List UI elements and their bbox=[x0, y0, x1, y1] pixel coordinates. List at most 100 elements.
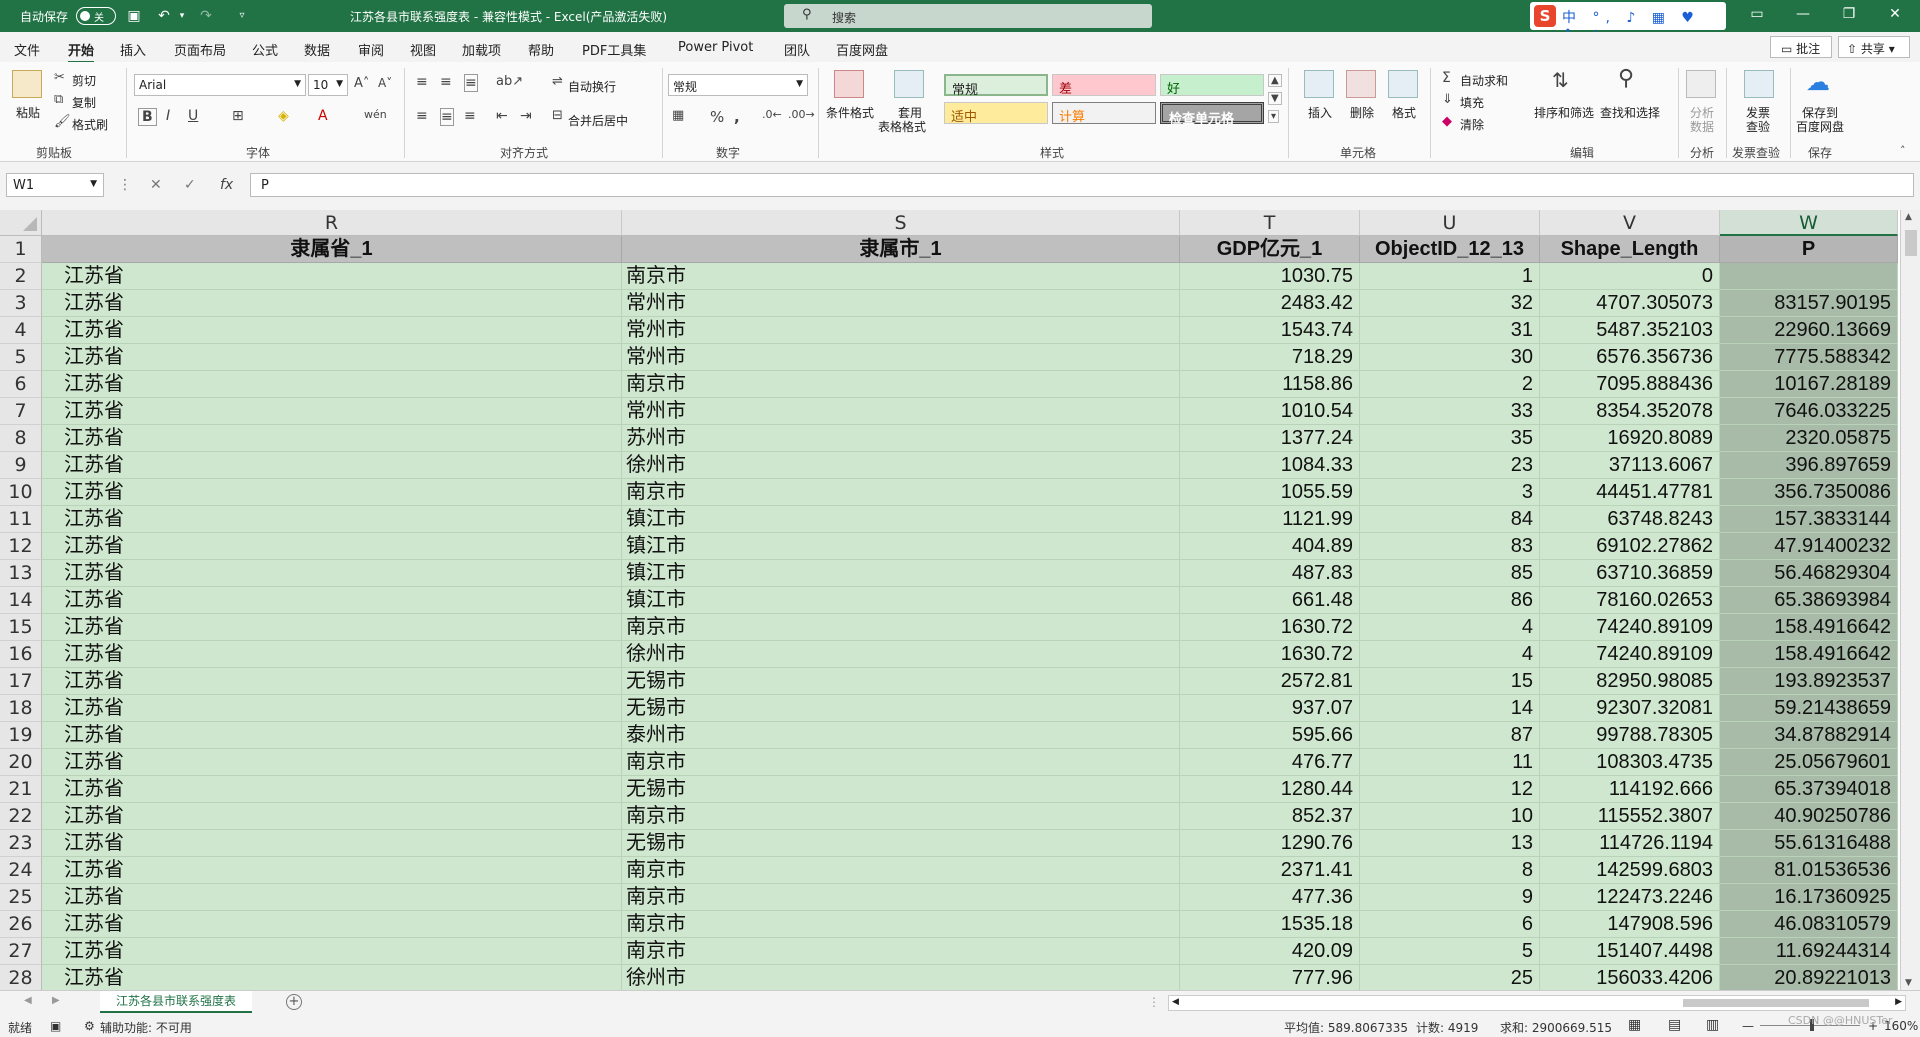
cell-w[interactable]: 396.897659 bbox=[1720, 452, 1898, 479]
cell-w[interactable]: 7775.588342 bbox=[1720, 344, 1898, 371]
cell-t[interactable]: 487.83 bbox=[1180, 560, 1360, 587]
autosum-button[interactable]: 自动求和 bbox=[1460, 72, 1508, 89]
invoice-check-icon[interactable] bbox=[1744, 70, 1774, 98]
redo-icon[interactable]: ↷ bbox=[196, 6, 216, 26]
fill-button[interactable]: 填充 bbox=[1460, 94, 1484, 111]
row-header[interactable]: 7 bbox=[0, 398, 42, 425]
cell-t[interactable]: 1630.72 bbox=[1180, 641, 1360, 668]
tab-home[interactable]: 开始 bbox=[68, 40, 95, 64]
increase-decimal-icon[interactable]: .0← bbox=[762, 108, 782, 121]
clear-button[interactable]: 清除 bbox=[1460, 116, 1484, 133]
styles-more-icon[interactable]: ▾ bbox=[1268, 110, 1280, 123]
row-header[interactable]: 11 bbox=[0, 506, 42, 533]
confirm-icon[interactable]: ✓ bbox=[184, 177, 196, 193]
select-all-button[interactable] bbox=[0, 210, 42, 236]
bold-icon[interactable]: B bbox=[138, 108, 157, 126]
save-to-netdisk-label-2[interactable]: 百度网盘 bbox=[1796, 118, 1844, 135]
cell-s[interactable]: 南京市 bbox=[622, 263, 1180, 290]
italic-icon[interactable]: I bbox=[166, 108, 170, 124]
cell-t[interactable]: 1535.18 bbox=[1180, 911, 1360, 938]
collapse-ribbon-icon[interactable]: ˄ bbox=[1900, 144, 1906, 157]
cell-t[interactable]: 777.96 bbox=[1180, 965, 1360, 990]
scrollbar-thumb[interactable] bbox=[1905, 230, 1917, 256]
paste-icon[interactable] bbox=[12, 70, 42, 98]
format-cells-icon[interactable] bbox=[1388, 70, 1418, 98]
row-header[interactable]: 14 bbox=[0, 587, 42, 614]
decrease-font-icon[interactable]: A˅ bbox=[378, 76, 392, 90]
cell-v[interactable]: 6576.356736 bbox=[1540, 344, 1720, 371]
analyze-data-label-2[interactable]: 数据 bbox=[1690, 118, 1714, 135]
tab-baidu-netdisk[interactable]: 百度网盘 bbox=[836, 40, 888, 59]
horizontal-scrollbar[interactable]: ◀ ▶ bbox=[1168, 995, 1906, 1011]
row-header[interactable]: 24 bbox=[0, 857, 42, 884]
undo-dropdown-icon[interactable]: ▾ bbox=[172, 6, 192, 26]
cell-u[interactable]: 3 bbox=[1360, 479, 1540, 506]
customize-toolbar-icon[interactable]: ▿ bbox=[232, 6, 252, 26]
cell-s[interactable]: 泰州市 bbox=[622, 722, 1180, 749]
cell-v[interactable]: 82950.98085 bbox=[1540, 668, 1720, 695]
cell-u[interactable]: 87 bbox=[1360, 722, 1540, 749]
cell-s[interactable]: 镇江市 bbox=[622, 533, 1180, 560]
split-handle-icon[interactable]: ⋮ bbox=[1148, 995, 1160, 1009]
cell-v[interactable]: 63748.8243 bbox=[1540, 506, 1720, 533]
status-sum[interactable]: 求和: 2900669.515 bbox=[1500, 1019, 1612, 1036]
cell-u[interactable]: 4 bbox=[1360, 641, 1540, 668]
cell-u[interactable]: 83 bbox=[1360, 533, 1540, 560]
cell-r[interactable]: 江苏省 bbox=[42, 830, 622, 857]
status-average[interactable]: 平均值: 589.8067335 bbox=[1284, 1019, 1408, 1036]
row-header[interactable]: 26 bbox=[0, 911, 42, 938]
tab-page-layout[interactable]: 页面布局 bbox=[174, 40, 226, 59]
cell-w[interactable]: 25.05679601 bbox=[1720, 749, 1898, 776]
close-icon[interactable]: ✕ bbox=[1880, 6, 1910, 22]
sheet-tab[interactable]: 江苏各县市联系强度表 bbox=[100, 991, 252, 1013]
cell-w[interactable] bbox=[1720, 263, 1898, 290]
cell-u[interactable]: 11 bbox=[1360, 749, 1540, 776]
cell-v[interactable]: 108303.4735 bbox=[1540, 749, 1720, 776]
border-icon[interactable]: ⊞ bbox=[232, 108, 244, 124]
header-cell-v[interactable]: Shape_Length bbox=[1540, 236, 1720, 263]
font-color-icon[interactable]: A bbox=[318, 108, 328, 124]
fill-color-icon[interactable]: ◈ bbox=[278, 108, 289, 124]
cell-u[interactable]: 15 bbox=[1360, 668, 1540, 695]
cell-v[interactable]: 151407.4498 bbox=[1540, 938, 1720, 965]
macro-record-icon[interactable]: ▣ bbox=[50, 1019, 61, 1033]
cell-r[interactable]: 江苏省 bbox=[42, 371, 622, 398]
cell-t[interactable]: 1377.24 bbox=[1180, 425, 1360, 452]
cell-t[interactable]: 1630.72 bbox=[1180, 614, 1360, 641]
page-layout-view-icon[interactable]: ▤ bbox=[1668, 1017, 1681, 1033]
name-box[interactable]: W1 ▼ bbox=[6, 173, 104, 197]
cell-s[interactable]: 南京市 bbox=[622, 857, 1180, 884]
tab-insert[interactable]: 插入 bbox=[120, 40, 146, 59]
wrap-text-button[interactable]: 自动换行 bbox=[568, 78, 616, 95]
scroll-right-icon[interactable]: ▶ bbox=[1895, 997, 1902, 1007]
insert-cells-button[interactable]: 插入 bbox=[1308, 104, 1332, 121]
delete-cells-button[interactable]: 删除 bbox=[1350, 104, 1374, 121]
cell-s[interactable]: 无锡市 bbox=[622, 830, 1180, 857]
comments-button[interactable]: ▭ 批注 bbox=[1770, 36, 1832, 58]
insert-cells-icon[interactable] bbox=[1304, 70, 1334, 98]
cell-u[interactable]: 33 bbox=[1360, 398, 1540, 425]
delete-cells-icon[interactable] bbox=[1346, 70, 1376, 98]
row-header[interactable]: 16 bbox=[0, 641, 42, 668]
cell-t[interactable]: 1010.54 bbox=[1180, 398, 1360, 425]
style-calculation[interactable]: 计算 bbox=[1052, 102, 1156, 125]
header-cell-r[interactable]: 隶属省_1 bbox=[42, 236, 622, 263]
cell-t[interactable]: 1280.44 bbox=[1180, 776, 1360, 803]
cell-u[interactable]: 32 bbox=[1360, 290, 1540, 317]
align-center-icon[interactable]: ≡ bbox=[440, 108, 454, 126]
zoom-out-icon[interactable]: — bbox=[1742, 1019, 1754, 1033]
cell-s[interactable]: 南京市 bbox=[622, 884, 1180, 911]
align-left-icon[interactable]: ≡ bbox=[416, 108, 428, 124]
cell-w[interactable]: 158.4916642 bbox=[1720, 641, 1898, 668]
ime-toolbar[interactable]: S 中 °, ♪ ▦ ♥ ✣ ✦ bbox=[1530, 2, 1726, 43]
cell-s[interactable]: 常州市 bbox=[622, 344, 1180, 371]
table-format-label-2[interactable]: 表格格式 bbox=[878, 118, 926, 135]
merge-center-button[interactable]: 合并后居中 bbox=[568, 112, 628, 129]
cell-w[interactable]: 22960.13669 bbox=[1720, 317, 1898, 344]
cell-w[interactable]: 47.91400232 bbox=[1720, 533, 1898, 560]
cell-t[interactable]: 476.77 bbox=[1180, 749, 1360, 776]
page-break-view-icon[interactable]: ▥ bbox=[1706, 1017, 1719, 1033]
percent-icon[interactable]: % bbox=[710, 108, 724, 126]
cell-u[interactable]: 13 bbox=[1360, 830, 1540, 857]
analyze-data-icon[interactable] bbox=[1686, 70, 1716, 98]
